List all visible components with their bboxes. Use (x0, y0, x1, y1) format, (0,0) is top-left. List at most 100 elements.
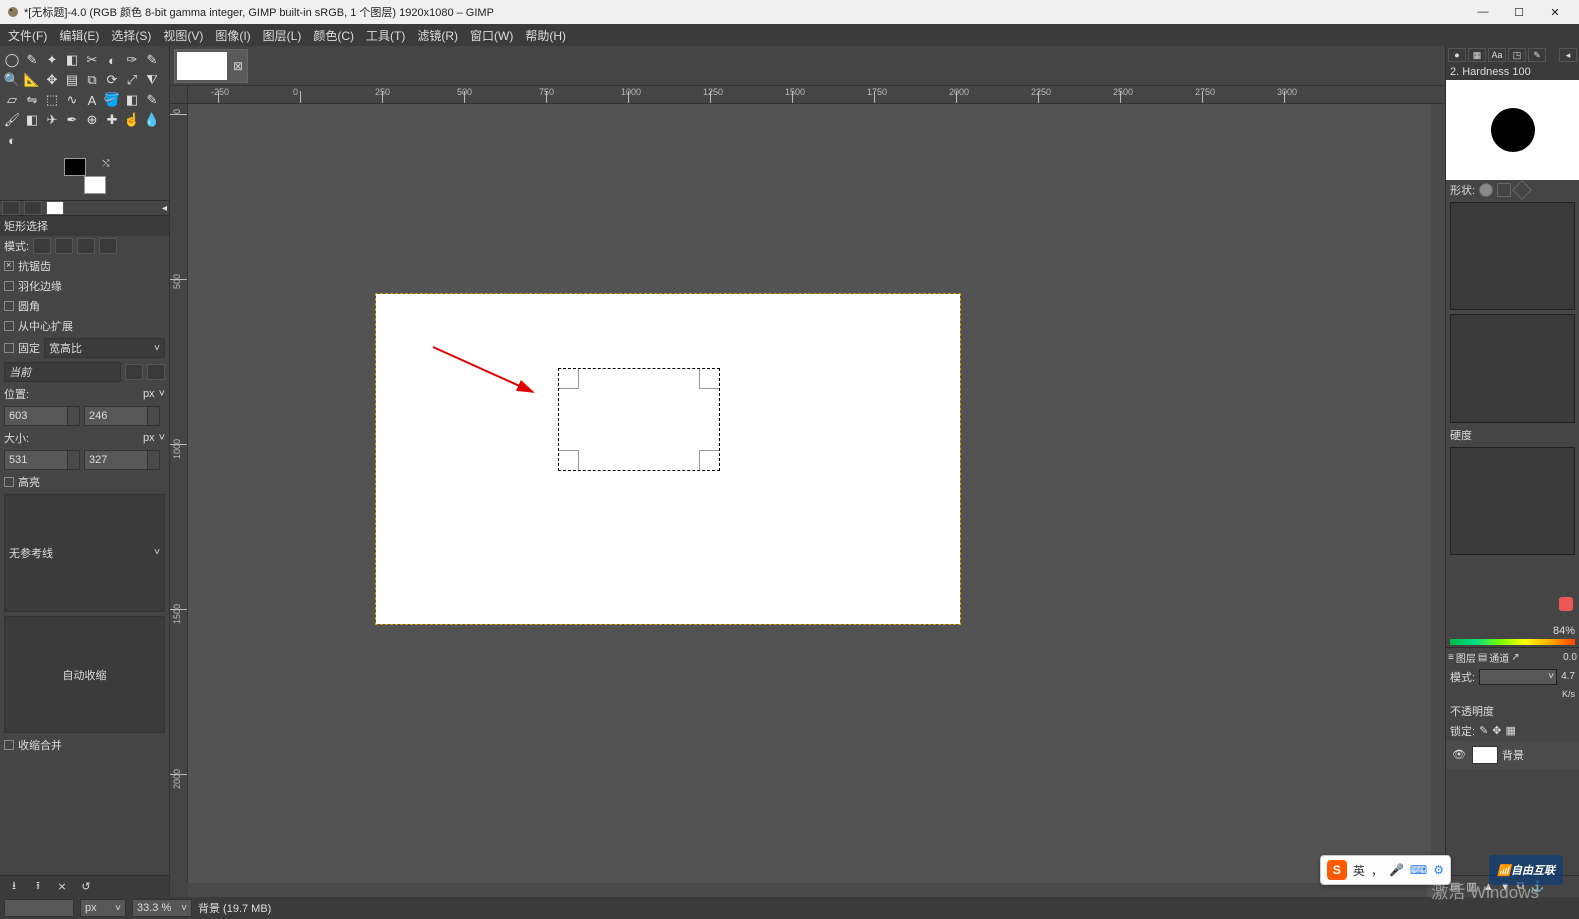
shape-square-icon[interactable] (1497, 183, 1511, 197)
layer-mode-dropdown[interactable] (1479, 669, 1557, 685)
position-y-input[interactable]: 246 (84, 406, 160, 426)
pencil-tool-icon[interactable]: ✎ (142, 90, 162, 110)
vertical-scrollbar[interactable] (1431, 104, 1445, 883)
fuzzy-select-tool-icon[interactable]: ✦ (42, 50, 62, 70)
shear-tool-icon[interactable]: ⧨ (142, 70, 162, 90)
color-picker-tool-icon[interactable]: ✎ (142, 50, 162, 70)
eraser-tool-icon[interactable]: ◧ (22, 110, 42, 130)
menu-select[interactable]: 选择(S) (105, 25, 157, 46)
zoom-tool-icon[interactable]: 🔍 (2, 70, 22, 90)
paths-tab-icon[interactable]: ↗ (1511, 652, 1519, 663)
auto-shrink-button[interactable]: 自动收缩 (4, 616, 165, 734)
unit-dropdown[interactable]: px (80, 899, 126, 917)
lock-alpha-icon[interactable]: ▦ (1506, 724, 1516, 737)
ime-toolbar[interactable]: S 英 ， 🎤 ⌨ ⚙ (1320, 855, 1451, 885)
visibility-icon[interactable]: 👁 (1450, 748, 1468, 761)
orientation-landscape-icon[interactable] (147, 364, 165, 380)
scissors-tool-icon[interactable]: ✂ (82, 50, 102, 70)
cage-tool-icon[interactable]: ⬚ (42, 90, 62, 110)
patterns-tab-icon[interactable]: ▦ (1468, 48, 1486, 62)
menu-image[interactable]: 图像(I) (209, 25, 256, 46)
mode-replace-icon[interactable] (33, 238, 51, 254)
ime-settings-icon[interactable]: ⚙ (1433, 863, 1444, 877)
heal-tool-icon[interactable]: ✚ (102, 110, 122, 130)
brush-size-slider[interactable] (1450, 202, 1575, 310)
measure-tool-icon[interactable]: 📐 (22, 70, 42, 90)
tab-menu-right-icon[interactable]: ◂ (1559, 48, 1577, 62)
selection-handle-tl[interactable] (559, 369, 579, 389)
menu-edit[interactable]: 编辑(E) (53, 25, 105, 46)
shrink-merged-checkbox[interactable] (4, 740, 14, 750)
mode-intersect-icon[interactable] (99, 238, 117, 254)
save-preset-icon[interactable]: ⭳ (6, 879, 22, 895)
size-h-input[interactable]: 327 (84, 450, 160, 470)
mode-add-icon[interactable] (55, 238, 73, 254)
brush-preview[interactable] (1446, 80, 1579, 180)
channels-tab[interactable]: ▤通道 (1478, 650, 1509, 665)
selection-handle-br[interactable] (699, 450, 719, 470)
maximize-button[interactable]: ☐ (1501, 1, 1537, 23)
ruler-origin-icon[interactable] (170, 86, 188, 103)
tab-device-status-icon[interactable] (24, 201, 42, 215)
free-select-tool-icon[interactable]: ✎ (22, 50, 42, 70)
foreground-select-tool-icon[interactable]: ◐ (102, 50, 122, 70)
selection-rectangle[interactable] (558, 368, 720, 471)
move-tool-icon[interactable]: ✥ (42, 70, 62, 90)
warp-tool-icon[interactable]: ∿ (62, 90, 82, 110)
fixed-checkbox[interactable] (4, 343, 14, 353)
fonts-tab-icon[interactable]: Aa (1488, 48, 1506, 62)
reset-preset-icon[interactable]: ↺ (78, 879, 94, 895)
clone-tool-icon[interactable]: ⊕ (82, 110, 102, 130)
delete-preset-icon[interactable]: ⨯ (54, 879, 70, 895)
layer-row[interactable]: 👁 背景 (1446, 741, 1579, 769)
document-tab-close-icon[interactable]: ⊠ (231, 59, 245, 73)
ruler-horizontal[interactable]: -250025050075010001250150017502000225025… (170, 86, 1445, 104)
bg-color-swatch[interactable] (84, 176, 106, 194)
text-tool-icon[interactable]: A (82, 90, 102, 110)
crop-tool-icon[interactable]: ⧉ (82, 70, 102, 90)
dodge-tool-icon[interactable]: ◐ (2, 130, 22, 150)
ime-punct[interactable]: ， (1371, 862, 1383, 879)
menu-layer[interactable]: 图层(L) (257, 25, 308, 46)
ime-lang[interactable]: 英 (1353, 862, 1365, 879)
brushes-tab-icon[interactable]: ● (1448, 48, 1466, 62)
paintbrush-tool-icon[interactable]: 🖌 (2, 110, 22, 130)
smudge-tool-icon[interactable]: ☝ (122, 110, 142, 130)
perspective-tool-icon[interactable]: ▱ (2, 90, 22, 110)
tab-tool-options-icon[interactable] (2, 201, 20, 215)
menu-color[interactable]: 颜色(C) (307, 25, 360, 46)
tab-brushes-icon[interactable] (46, 201, 64, 215)
paths-tool-icon[interactable]: ✑ (122, 50, 142, 70)
guides-dropdown[interactable]: 无参考线 (4, 494, 165, 612)
color-select-tool-icon[interactable]: ◧ (62, 50, 82, 70)
scale-tool-icon[interactable]: ⤢ (122, 70, 142, 90)
gradient-tool-icon[interactable]: ◧ (122, 90, 142, 110)
horizontal-scrollbar[interactable] (188, 883, 1427, 897)
lock-pixels-icon[interactable]: ✎ (1479, 724, 1488, 737)
ruler-vertical[interactable]: 0500100015002000 (170, 104, 188, 883)
hardness-slider[interactable] (1450, 447, 1575, 555)
layers-tab[interactable]: ≡ 图层 (1448, 650, 1476, 665)
swap-colors-icon[interactable]: ⤭ (102, 158, 109, 169)
from-center-checkbox[interactable] (4, 321, 14, 331)
history-tab-icon[interactable]: ◳ (1508, 48, 1526, 62)
orientation-portrait-icon[interactable] (125, 364, 143, 380)
shape-diamond-icon[interactable] (1512, 180, 1532, 200)
position-x-input[interactable]: 603 (4, 406, 80, 426)
antialias-checkbox[interactable] (4, 261, 14, 271)
shape-circle-icon[interactable] (1479, 183, 1493, 197)
selection-handle-tr[interactable] (699, 369, 719, 389)
fg-color-swatch[interactable] (64, 158, 86, 176)
minimize-button[interactable]: — (1465, 1, 1501, 23)
feather-checkbox[interactable] (4, 281, 14, 291)
airbrush-tool-icon[interactable]: ✈ (42, 110, 62, 130)
align-tool-icon[interactable]: ▤ (62, 70, 82, 90)
mode-subtract-icon[interactable] (77, 238, 95, 254)
restore-preset-icon[interactable]: ⭱ (30, 879, 46, 895)
flip-tool-icon[interactable]: ⇋ (22, 90, 42, 110)
menu-file[interactable]: 文件(F) (2, 25, 53, 46)
size-unit-dropdown-icon[interactable]: ˅ (159, 432, 165, 444)
menu-filters[interactable]: 滤镜(R) (411, 25, 464, 46)
fixed-mode-dropdown[interactable]: 宽高比 (44, 338, 165, 358)
document-tab[interactable]: ⊠ (174, 49, 248, 83)
